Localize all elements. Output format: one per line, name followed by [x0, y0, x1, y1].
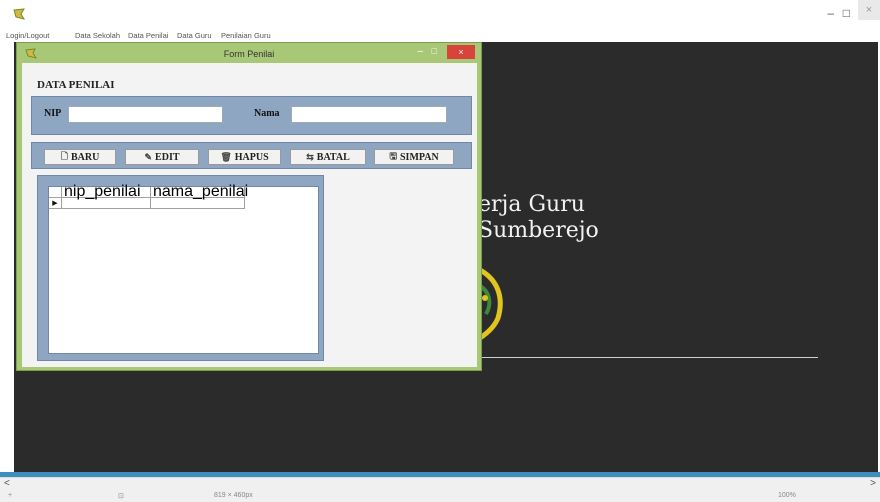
background-title-line1: erja Guru — [478, 192, 585, 217]
form-body: DATA PENILAI NIP Nama 🗋 BARU ✎ EDIT 🗑 HA… — [22, 63, 477, 367]
form-minimize-icon[interactable]: – — [417, 46, 423, 57]
status-zoom: 100% — [778, 492, 796, 499]
hapus-button-label: HAPUS — [234, 151, 269, 163]
menu-item-penilaian-guru[interactable]: Penilaian Guru — [221, 31, 271, 40]
section-title: DATA PENILAI — [37, 79, 115, 91]
edit-button-label: EDIT — [155, 151, 180, 163]
background-divider — [482, 357, 818, 358]
menu-item-login-logout[interactable]: Login/Logout — [6, 31, 49, 40]
save-icon: 🖫 — [389, 151, 397, 161]
menu-item-data-guru[interactable]: Data Guru — [177, 31, 212, 40]
batal-button[interactable]: ⇆ BATAL — [290, 149, 366, 165]
form-close-button[interactable]: × — [447, 45, 475, 59]
status-dimensions: 819 × 460px — [214, 492, 253, 499]
grid-panel: nip_penilai nama_penilai ▶ — [37, 175, 324, 361]
button-panel: 🗋 BARU ✎ EDIT 🗑 HAPUS ⇆ BATAL 🖫 SIMPAN — [31, 142, 472, 169]
simpan-button[interactable]: 🖫 SIMPAN — [374, 149, 454, 165]
row-indicator-icon[interactable]: ▶ — [49, 198, 62, 209]
grid-cell-nip-penilai[interactable] — [62, 198, 151, 209]
batal-button-label: BATAL — [316, 151, 350, 163]
input-panel: NIP Nama — [31, 96, 472, 135]
baru-button[interactable]: 🗋 BARU — [44, 149, 116, 165]
new-document-icon: 🗋 — [60, 151, 68, 161]
trash-icon: 🗑 — [220, 151, 232, 162]
grid-cell-nama-penilai[interactable] — [151, 198, 245, 209]
status-selection-icon: ⊡ — [118, 493, 124, 500]
edit-icon: ✎ — [144, 151, 153, 162]
grid-header-nama-penilai[interactable]: nama_penilai — [151, 184, 248, 200]
form-titlebar: Form Penilai – □ × — [17, 43, 481, 65]
cancel-arrows-icon: ⇆ — [306, 151, 314, 162]
simpan-button-label: SIMPAN — [399, 151, 439, 163]
nama-label: Nama — [254, 108, 280, 119]
window-titlebar: – □ × — [0, 0, 880, 28]
menu-item-data-penilai[interactable]: Data Penilai — [128, 31, 168, 40]
form-maximize-icon[interactable]: □ — [432, 46, 437, 56]
baru-button-label: BARU — [70, 151, 100, 163]
horizontal-scrollbar[interactable]: < > — [0, 477, 880, 491]
scroll-left-arrow-icon[interactable]: < — [4, 478, 10, 489]
maximize-icon[interactable]: □ — [843, 6, 850, 20]
grid-corner-cell — [49, 187, 62, 198]
minimize-icon[interactable]: – — [827, 6, 834, 20]
status-bar: + ⊡ 819 × 460px 100% — [0, 491, 880, 502]
background-title-line2: Sumberejo — [478, 218, 599, 243]
close-window-button[interactable]: × — [858, 0, 880, 20]
nama-input[interactable] — [291, 106, 447, 123]
data-grid[interactable]: nip_penilai nama_penilai ▶ — [48, 184, 319, 354]
menu-item-data-sekolah[interactable]: Data Sekolah — [75, 31, 120, 40]
edit-button[interactable]: ✎ EDIT — [125, 149, 199, 165]
hapus-button[interactable]: 🗑 HAPUS — [208, 149, 281, 165]
scroll-right-arrow-icon[interactable]: > — [870, 478, 876, 489]
app-logo-icon — [13, 8, 26, 20]
form-title: Form Penilai — [223, 49, 275, 59]
nip-input[interactable] — [68, 106, 223, 123]
form-penilai-window: Form Penilai – □ × DATA PENILAI NIP Nama… — [16, 42, 482, 371]
menu-bar: Login/Logout Data Sekolah Data Penilai D… — [0, 28, 880, 42]
nip-label: NIP — [44, 108, 62, 119]
grid-header-nip-penilai[interactable]: nip_penilai — [62, 184, 151, 200]
status-plus-icon: + — [8, 492, 13, 499]
